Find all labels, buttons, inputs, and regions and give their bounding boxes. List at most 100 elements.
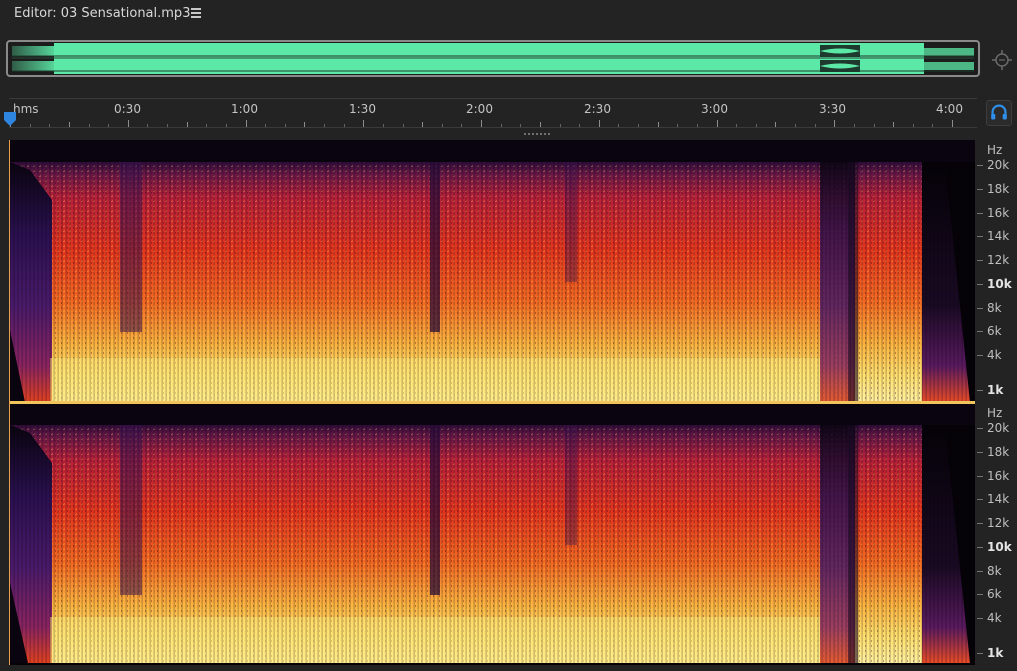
ruler-tick bbox=[677, 124, 678, 127]
time-label: 1:30 bbox=[349, 102, 376, 116]
frequency-label: 12k bbox=[987, 253, 1010, 267]
spectrogram-channel-right[interactable] bbox=[10, 403, 975, 663]
ruler-tick bbox=[893, 122, 894, 127]
frequency-label: 8k bbox=[987, 564, 1002, 578]
frequency-label: 16k bbox=[987, 469, 1010, 483]
ruler-tick bbox=[815, 124, 816, 127]
frequency-label: 1k bbox=[987, 383, 1004, 397]
ruler-tick bbox=[187, 122, 188, 127]
time-ruler[interactable]: hms 0:30 1:00 1:30 2:00 2:30 3:00 3:30 4… bbox=[9, 98, 977, 128]
frequency-tick bbox=[977, 189, 983, 190]
ruler-tick bbox=[363, 120, 364, 127]
zoom-navigator-icon[interactable] bbox=[990, 48, 1014, 72]
frequency-tick bbox=[977, 499, 983, 500]
spectrogram-texture bbox=[10, 140, 975, 402]
channel-divider bbox=[10, 401, 975, 404]
time-label: 0:30 bbox=[114, 102, 141, 116]
frequency-tick bbox=[977, 284, 983, 285]
frequency-tick bbox=[977, 331, 983, 332]
frequency-label: 18k bbox=[987, 445, 1010, 459]
ruler-tick bbox=[913, 124, 914, 127]
ruler-tick bbox=[304, 122, 305, 127]
ruler-tick bbox=[501, 124, 502, 127]
ruler-tick bbox=[226, 124, 227, 127]
frequency-tick bbox=[977, 213, 983, 214]
frequency-label: 18k bbox=[987, 182, 1010, 196]
ruler-tick bbox=[461, 124, 462, 127]
frequency-label: 6k bbox=[987, 587, 1002, 601]
frequency-tick bbox=[977, 165, 983, 166]
ruler-tick bbox=[285, 124, 286, 127]
ruler-tick bbox=[756, 124, 757, 127]
frequency-scale-left: Hz 20k 18k 16k 14k 12k 10k 8k 6k 4k 1k bbox=[977, 140, 1017, 402]
frequency-tick bbox=[977, 236, 983, 237]
ruler-tick bbox=[579, 124, 580, 127]
frequency-tick bbox=[977, 308, 983, 309]
ruler-tick bbox=[383, 124, 384, 127]
frequency-label: 10k bbox=[987, 540, 1012, 554]
ruler-tick bbox=[775, 122, 776, 127]
ruler-tick bbox=[795, 124, 796, 127]
frequency-label: 4k bbox=[987, 348, 1002, 362]
frequency-label: 10k bbox=[987, 277, 1012, 291]
frequency-tick bbox=[977, 390, 983, 391]
frequency-unit-label: Hz bbox=[987, 406, 1003, 420]
ruler-tick bbox=[49, 124, 50, 127]
ruler-tick bbox=[540, 122, 541, 127]
frequency-tick bbox=[977, 653, 983, 654]
ruler-tick bbox=[206, 124, 207, 127]
ruler-tick bbox=[246, 120, 247, 127]
ruler-tick bbox=[618, 124, 619, 127]
ruler-tick bbox=[147, 124, 148, 127]
hamburger-menu-icon[interactable] bbox=[191, 8, 203, 20]
ruler-tick bbox=[932, 124, 933, 127]
ruler-tick bbox=[128, 120, 129, 127]
ruler-tick bbox=[442, 124, 443, 127]
ruler-tick bbox=[344, 124, 345, 127]
panel-resize-handle[interactable] bbox=[524, 131, 554, 137]
time-label: 1:00 bbox=[231, 102, 258, 116]
ruler-tick bbox=[717, 120, 718, 127]
frequency-label: 16k bbox=[987, 206, 1010, 220]
ruler-tick bbox=[265, 124, 266, 127]
frequency-unit-label: Hz bbox=[987, 143, 1003, 157]
overview-waveform[interactable] bbox=[6, 40, 980, 77]
spectrogram-channel-left[interactable] bbox=[10, 140, 975, 402]
ruler-tick bbox=[108, 124, 109, 127]
time-label: 3:00 bbox=[701, 102, 728, 116]
frequency-scale-right: Hz 20k 18k 16k 14k 12k 10k 8k 6k 4k 1k bbox=[977, 403, 1017, 665]
ruler-tick bbox=[952, 120, 953, 127]
ruler-tick bbox=[69, 122, 70, 127]
ruler-tick bbox=[874, 124, 875, 127]
frequency-label: 8k bbox=[987, 301, 1002, 315]
ruler-tick bbox=[89, 124, 90, 127]
overview-waveform-trace bbox=[12, 45, 974, 72]
ruler-tick bbox=[30, 124, 31, 127]
frequency-tick bbox=[977, 523, 983, 524]
time-label: 2:30 bbox=[584, 102, 611, 116]
frequency-label: 12k bbox=[987, 516, 1010, 530]
ruler-tick bbox=[697, 124, 698, 127]
editor-title: Editor: 03 Sensational.mp3 bbox=[14, 6, 191, 21]
ruler-tick bbox=[560, 124, 561, 127]
ruler-tick bbox=[638, 124, 639, 127]
ruler-tick bbox=[167, 124, 168, 127]
frequency-tick bbox=[977, 260, 983, 261]
frequency-label: 1k bbox=[987, 646, 1004, 660]
editor-title-bar: Editor: 03 Sensational.mp3 bbox=[0, 0, 1017, 30]
frequency-label: 20k bbox=[987, 421, 1010, 435]
monitor-headphones-button[interactable] bbox=[986, 100, 1012, 126]
ruler-tick bbox=[481, 120, 482, 127]
frequency-tick bbox=[977, 547, 983, 548]
playhead-marker[interactable] bbox=[4, 112, 16, 126]
frequency-tick bbox=[977, 618, 983, 619]
headphones-icon bbox=[991, 104, 1007, 120]
ruler-tick bbox=[422, 122, 423, 127]
frequency-tick bbox=[977, 594, 983, 595]
ruler-tick bbox=[599, 120, 600, 127]
frequency-label: 6k bbox=[987, 324, 1002, 338]
frequency-label: 20k bbox=[987, 158, 1010, 172]
frequency-tick bbox=[977, 571, 983, 572]
ruler-tick bbox=[736, 124, 737, 127]
frequency-tick bbox=[977, 428, 983, 429]
